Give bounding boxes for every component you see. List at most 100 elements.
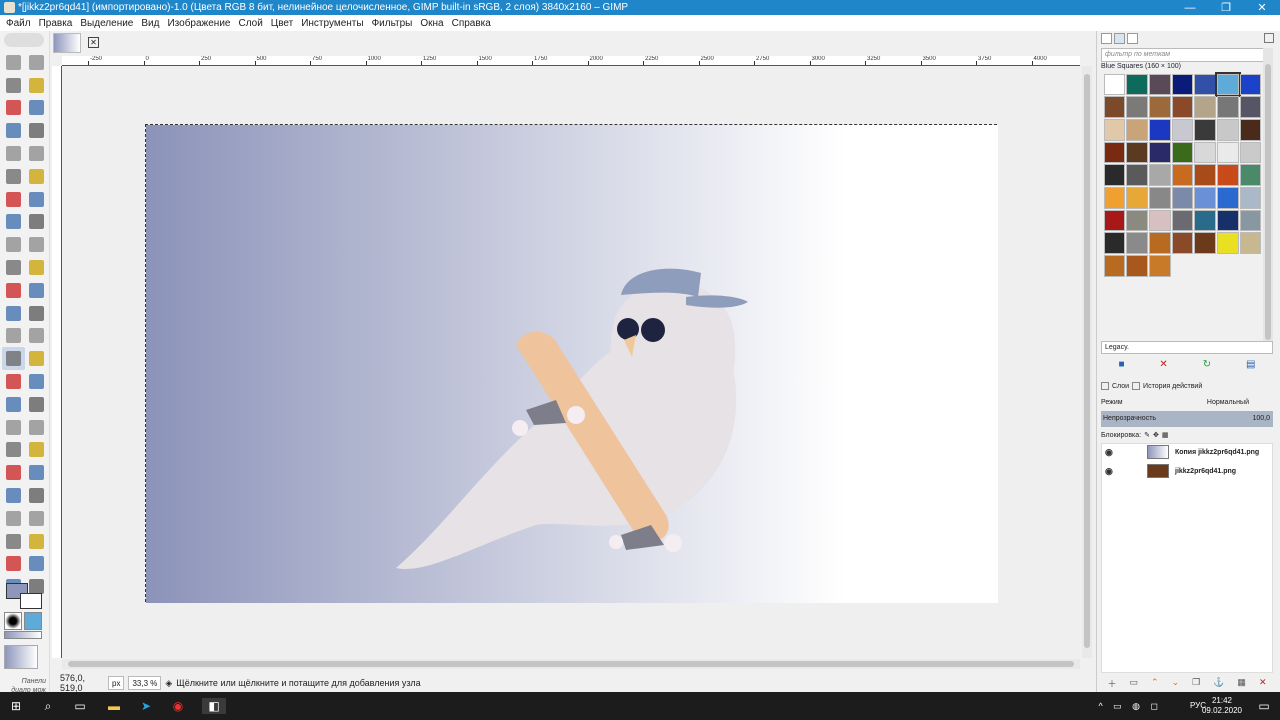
unit-select[interactable]: px — [108, 676, 125, 690]
background-color-swatch[interactable] — [20, 593, 42, 609]
tool-perspective-clone[interactable] — [2, 439, 25, 462]
pattern-swatch[interactable] — [1239, 209, 1262, 232]
menu-tools[interactable]: Инструменты — [301, 18, 363, 29]
anchor-layer-icon[interactable]: ⚓ — [1213, 677, 1224, 689]
pattern-swatch[interactable] — [1148, 118, 1171, 141]
lock-position-icon[interactable]: ✥ — [1153, 431, 1159, 439]
close-button[interactable]: ✕ — [1244, 0, 1280, 15]
tool-crop[interactable] — [25, 188, 48, 211]
tool-free-select[interactable] — [2, 74, 25, 97]
tool-color-balance[interactable] — [25, 507, 48, 530]
pattern-swatch[interactable] — [1239, 96, 1262, 118]
task-view-icon[interactable]: ▭ — [72, 698, 88, 714]
tool-text[interactable] — [2, 325, 25, 348]
tool-flip[interactable] — [2, 256, 25, 279]
pattern-swatch[interactable] — [1148, 255, 1171, 277]
tab-close-icon[interactable]: ✕ — [88, 37, 99, 48]
pattern-swatch[interactable] — [1148, 73, 1171, 96]
horizontal-scroll-thumb[interactable] — [68, 661, 1074, 667]
pattern-swatch[interactable] — [1103, 118, 1126, 141]
mask-layer-icon[interactable]: ▦ — [1237, 677, 1246, 689]
tool-warp-transform[interactable] — [25, 279, 48, 302]
pattern-swatch[interactable] — [1216, 141, 1239, 164]
pattern-swatch[interactable] — [1126, 141, 1148, 164]
brushes-tab-icon[interactable] — [1101, 33, 1112, 44]
pattern-swatch[interactable] — [1171, 73, 1194, 96]
pattern-swatch[interactable] — [1214, 71, 1241, 98]
pattern-scrollbar[interactable] — [1263, 48, 1273, 344]
chrome-icon[interactable]: ◉ — [170, 698, 186, 714]
pattern-preview[interactable] — [24, 612, 42, 630]
refresh-patterns-icon[interactable]: ↻ — [1203, 359, 1211, 370]
minimize-button[interactable]: — — [1172, 0, 1208, 15]
visibility-eye-icon[interactable]: ◉ — [1105, 466, 1119, 477]
horizontal-scrollbar[interactable] — [62, 659, 1080, 669]
tool-rotate[interactable] — [25, 211, 48, 234]
tool-dodge-burn[interactable] — [25, 461, 48, 484]
menu-select[interactable]: Выделение — [80, 18, 133, 29]
fonts-tab-icon[interactable] — [1127, 33, 1138, 44]
pattern-swatch[interactable] — [1171, 209, 1194, 232]
vertical-ruler[interactable] — [52, 66, 62, 658]
pattern-swatch[interactable] — [1171, 164, 1194, 186]
pattern-swatch[interactable] — [1171, 186, 1194, 209]
tool-ink[interactable] — [2, 393, 25, 416]
tool-mypaint-brush[interactable] — [25, 393, 48, 416]
tool-paintbrush[interactable] — [25, 347, 48, 370]
patterns-tab-icon[interactable] — [1114, 33, 1125, 44]
tool-scissors-select[interactable] — [25, 97, 48, 120]
tool-smudge[interactable] — [2, 461, 25, 484]
menu-help[interactable]: Справка — [452, 18, 491, 29]
menu-windows[interactable]: Окна — [420, 18, 443, 29]
tool-pencil[interactable] — [2, 370, 25, 393]
new-group-icon[interactable]: ▭ — [1130, 677, 1139, 689]
clock[interactable]: 21:42 09.02.2020 — [1202, 696, 1242, 716]
maximize-button[interactable]: ❐ — [1208, 0, 1244, 15]
pattern-swatch[interactable] — [1126, 73, 1148, 96]
zoom-select[interactable]: 33,3 % — [128, 676, 162, 690]
tool-airbrush[interactable] — [25, 370, 48, 393]
start-windows-icon[interactable]: ⊞ — [8, 698, 24, 714]
tool-desaturate[interactable] — [2, 484, 25, 507]
pattern-swatch[interactable] — [1216, 96, 1239, 118]
pattern-swatch[interactable] — [1148, 96, 1171, 118]
pattern-swatch[interactable] — [1239, 232, 1262, 254]
tool-zoom[interactable] — [25, 142, 48, 165]
pattern-swatch[interactable] — [1103, 96, 1126, 118]
menu-layer[interactable]: Слой — [238, 18, 262, 29]
pattern-swatch[interactable] — [1103, 73, 1126, 96]
pattern-swatch[interactable] — [1239, 141, 1262, 164]
raise-layer-icon[interactable]: ⌃ — [1151, 677, 1159, 689]
pattern-swatch[interactable] — [1216, 186, 1239, 209]
pattern-swatch[interactable] — [1216, 209, 1239, 232]
menu-edit[interactable]: Правка — [39, 18, 73, 29]
pattern-swatch[interactable] — [1239, 118, 1262, 141]
tab-history[interactable]: История действий — [1143, 383, 1202, 390]
lock-alpha-icon[interactable]: ▦ — [1162, 431, 1169, 439]
notifications-icon[interactable]: ▭ — [1256, 698, 1272, 714]
pattern-swatch[interactable] — [1126, 96, 1148, 118]
pattern-swatch[interactable] — [1103, 232, 1126, 254]
tool-rect-select[interactable] — [2, 51, 25, 74]
tool-select-by-color[interactable] — [2, 97, 25, 120]
tool-filter[interactable] — [25, 553, 48, 576]
opacity-slider[interactable]: Непрозрачность 100,0 — [1101, 411, 1273, 427]
tool-ellipse-select[interactable] — [25, 51, 48, 74]
layer-name[interactable]: jikkz2pr6qd41.png — [1175, 468, 1236, 475]
image-tab-thumbnail[interactable] — [53, 33, 81, 53]
tool-handle-transform[interactable] — [2, 302, 25, 325]
pattern-swatch[interactable] — [1171, 232, 1194, 254]
pattern-swatch[interactable] — [1194, 186, 1216, 209]
pattern-swatch[interactable] — [1194, 73, 1216, 96]
tool-threshold[interactable] — [25, 530, 48, 553]
pattern-swatch[interactable] — [1194, 232, 1216, 254]
menu-filters[interactable]: Фильтры — [372, 18, 413, 29]
pattern-swatch[interactable] — [1103, 255, 1126, 277]
pattern-swatch[interactable] — [1194, 209, 1216, 232]
tool-gradient[interactable] — [2, 347, 25, 371]
lower-layer-icon[interactable]: ⌄ — [1172, 677, 1180, 689]
tool-blur[interactable] — [25, 439, 48, 462]
pattern-swatch[interactable] — [1103, 209, 1126, 232]
horizontal-ruler[interactable]: -250 0 250 500 750 1000 1250 1500 1750 2000 2250 25… — [62, 56, 1080, 66]
pattern-swatch[interactable] — [1148, 141, 1171, 164]
